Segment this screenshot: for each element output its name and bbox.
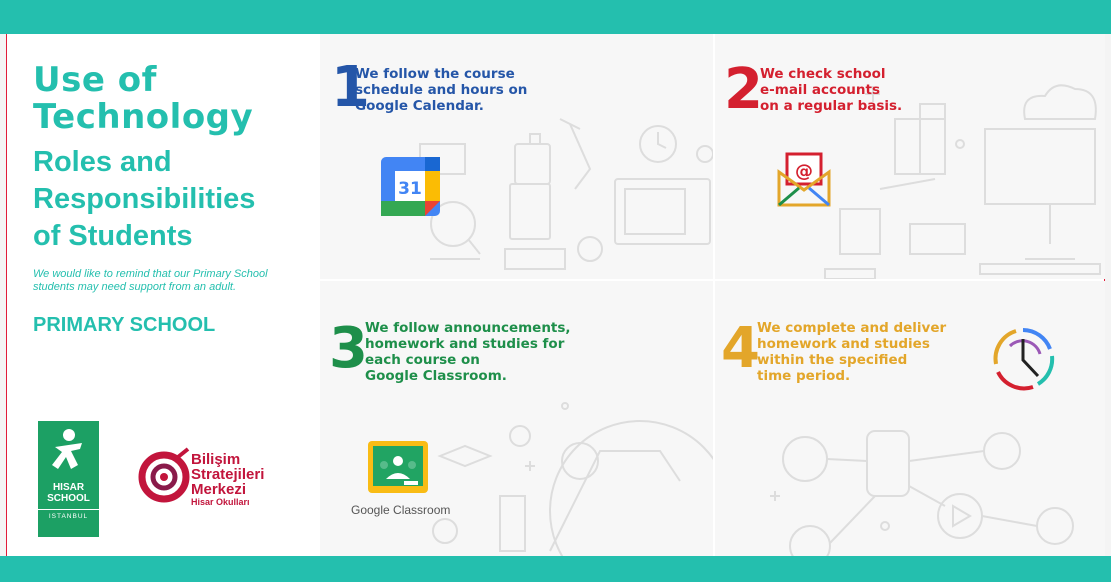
top-band: [0, 0, 1111, 34]
google-classroom-icon: [368, 441, 428, 493]
subtitle-line: Roles and: [33, 146, 172, 178]
subtitle: Roles and Responsibilities of Students: [33, 144, 255, 255]
google-classroom-label: Google Classroom: [351, 503, 451, 517]
google-calendar-icon: 31: [381, 157, 440, 216]
email-envelope-icon: @: [777, 152, 831, 207]
step-number: 2: [724, 57, 763, 122]
main-title: Use of Technology: [33, 62, 253, 136]
hisar-school-logo: HISAR SCHOOL ISTANBUL: [38, 421, 99, 537]
runner-icon: [52, 429, 82, 469]
step-2-panel: 2 We check school e-mail accounts on a r…: [715, 34, 1105, 279]
step-text: We follow the course schedule and hours …: [355, 66, 528, 114]
subtitle-line: of Students: [33, 220, 193, 252]
title-line: Use of: [33, 60, 157, 100]
primary-school-label: PRIMARY SCHOOL: [33, 314, 216, 336]
step-text: We complete and deliver homework and stu…: [757, 320, 947, 384]
subtitle-line: Responsibilities: [33, 183, 256, 215]
bsm-sub: Hisar Okulları: [191, 497, 250, 507]
svg-text:@: @: [795, 161, 813, 182]
step-text: We check school e-mail accounts on a reg…: [760, 66, 903, 114]
step-number: 3: [329, 316, 368, 381]
step-text: We follow announcements, homework and st…: [365, 320, 571, 384]
step-number: 4: [721, 316, 760, 381]
target-swirl-icon: [138, 447, 190, 503]
calendar-day: 31: [398, 179, 422, 199]
hisar-name: HISAR SCHOOL: [47, 482, 90, 504]
clock-icon: [993, 328, 1055, 391]
hisar-city: ISTANBUL: [38, 509, 99, 520]
step-1-panel: 1 We follow the course schedule and hour…: [320, 34, 713, 279]
reminder-text: We would like to remind that our Primary…: [33, 268, 268, 293]
bsm-name: Bilişim Stratejileri Merkezi: [191, 451, 265, 498]
bsm-logo: Bilişim Stratejileri Merkezi Hisar Okull…: [138, 447, 264, 516]
title-line: Technology: [33, 97, 254, 137]
step-4-panel: 4 We complete and deliver homework and s…: [715, 281, 1105, 556]
bottom-band: [0, 556, 1111, 582]
